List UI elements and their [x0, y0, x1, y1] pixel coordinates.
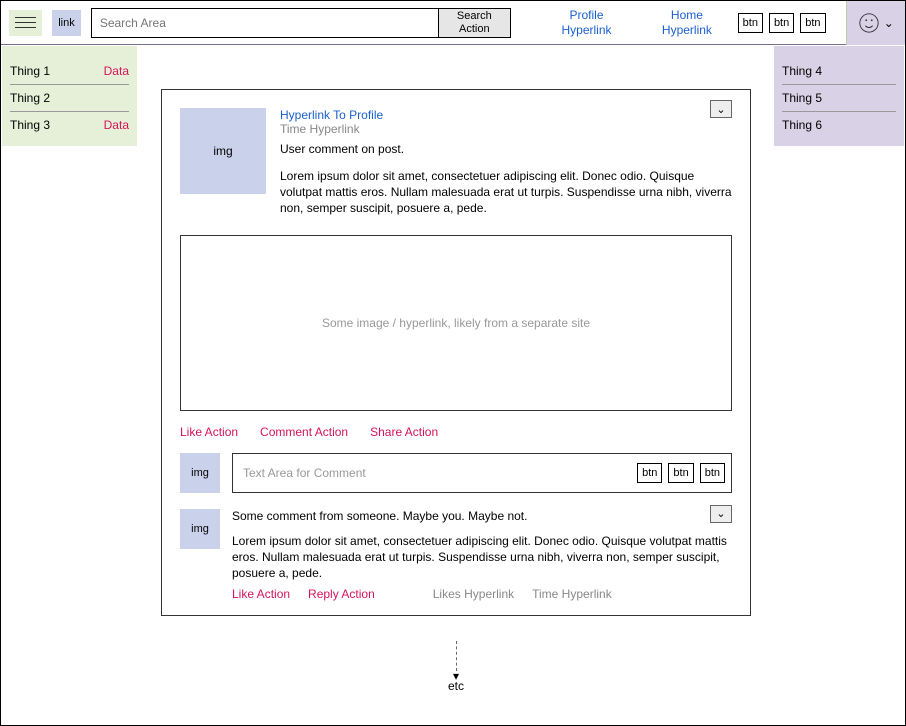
sidebar-data: Data — [104, 64, 129, 78]
comment-btn-2[interactable]: btn — [668, 463, 693, 483]
link-box[interactable]: link — [52, 10, 81, 36]
dashed-line-icon — [455, 641, 456, 671]
post-body: Hyperlink To Profile Time Hyperlink User… — [280, 108, 732, 217]
share-action[interactable]: Share Action — [370, 425, 438, 439]
profile-menu[interactable]: ⌄ — [846, 1, 905, 45]
post-avatar[interactable]: img — [180, 108, 266, 194]
sidebar-data: Data — [104, 118, 129, 132]
post-card: img Hyperlink To Profile Time Hyperlink … — [161, 89, 751, 616]
right-sidebar: Thing 4 Thing 5 Thing 6 — [774, 46, 904, 146]
sidebar-label: Thing 2 — [10, 91, 50, 105]
chevron-down-icon: ⌄ — [884, 16, 894, 30]
home-hyperlink[interactable]: Home Hyperlink — [646, 8, 727, 37]
left-sidebar-item[interactable]: Thing 3 Data — [10, 112, 129, 138]
comment-action[interactable]: Comment Action — [260, 425, 348, 439]
reply-intro-text: Some comment from someone. Maybe you. Ma… — [232, 509, 732, 523]
left-sidebar: Thing 1 Data Thing 2 Thing 3 Data — [2, 46, 137, 146]
comment-btn-3[interactable]: btn — [700, 463, 725, 483]
search-input[interactable] — [92, 9, 438, 37]
nav-links: Profile Hyperlink Home Hyperlink — [545, 8, 728, 37]
reply-avatar: img — [180, 509, 220, 549]
reply-time-link[interactable]: Time Hyperlink — [532, 587, 612, 601]
reply-body: Some comment from someone. Maybe you. Ma… — [232, 509, 732, 602]
sidebar-label: Thing 5 — [782, 91, 822, 105]
header-btn-2[interactable]: btn — [769, 13, 794, 33]
sidebar-label: Thing 3 — [10, 118, 50, 132]
post-embed-area[interactable]: Some image / hyperlink, likely from a se… — [180, 235, 732, 411]
post-header-row: img Hyperlink To Profile Time Hyperlink … — [180, 108, 732, 217]
like-action[interactable]: Like Action — [180, 425, 238, 439]
profile-hyperlink[interactable]: Profile Hyperlink — [545, 8, 628, 37]
post-time-link[interactable]: Time Hyperlink — [280, 122, 732, 136]
post-lorem-text: Lorem ipsum dolor sit amet, consectetuer… — [280, 168, 732, 217]
comment-bar: img btn btn btn — [180, 453, 732, 493]
reply-likes-link[interactable]: Likes Hyperlink — [433, 587, 514, 601]
chevron-down-icon: ⌄ — [716, 103, 725, 116]
right-sidebar-item[interactable]: Thing 5 — [782, 85, 896, 112]
post-comment-text: User comment on post. — [280, 142, 732, 156]
left-sidebar-item[interactable]: Thing 2 — [10, 85, 129, 112]
header-btn-3[interactable]: btn — [800, 13, 825, 33]
reply-row: img Some comment from someone. Maybe you… — [180, 509, 732, 602]
reply-actions: Like Action Reply Action Likes Hyperlink… — [232, 587, 732, 601]
comment-btn-1[interactable]: btn — [637, 463, 662, 483]
post-options-dropdown[interactable]: ⌄ — [710, 100, 732, 118]
right-sidebar-item[interactable]: Thing 6 — [782, 112, 896, 138]
reply-like-action[interactable]: Like Action — [232, 587, 290, 601]
top-bar: link Search Action Profile Hyperlink Hom… — [1, 1, 905, 45]
post-actions: Like Action Comment Action Share Action — [180, 425, 732, 439]
sidebar-label: Thing 1 — [10, 64, 50, 78]
search-button[interactable]: Search Action — [438, 9, 510, 37]
comment-input[interactable] — [243, 466, 631, 480]
smiley-face-icon — [858, 12, 880, 34]
sidebar-label: Thing 4 — [782, 64, 822, 78]
left-sidebar-item[interactable]: Thing 1 Data — [10, 58, 129, 85]
header-btn-1[interactable]: btn — [738, 13, 763, 33]
header-button-group: btn btn btn — [738, 13, 826, 33]
profile-link[interactable]: Hyperlink To Profile — [280, 108, 732, 122]
search-bar: Search Action — [91, 8, 511, 38]
chevron-down-icon: ⌄ — [716, 507, 725, 520]
sidebar-label: Thing 6 — [782, 118, 822, 132]
reply-reply-action[interactable]: Reply Action — [308, 587, 375, 601]
reply-lorem-text: Lorem ipsum dolor sit amet, consectetuer… — [232, 533, 732, 582]
etc-label: etc — [448, 679, 464, 693]
hamburger-menu-icon[interactable] — [9, 10, 42, 36]
right-sidebar-item[interactable]: Thing 4 — [782, 58, 896, 85]
comment-avatar: img — [180, 453, 220, 493]
etc-indicator: ▾ etc — [448, 641, 464, 693]
reply-options-dropdown[interactable]: ⌄ — [710, 505, 732, 523]
comment-input-wrap: btn btn btn — [232, 453, 732, 493]
